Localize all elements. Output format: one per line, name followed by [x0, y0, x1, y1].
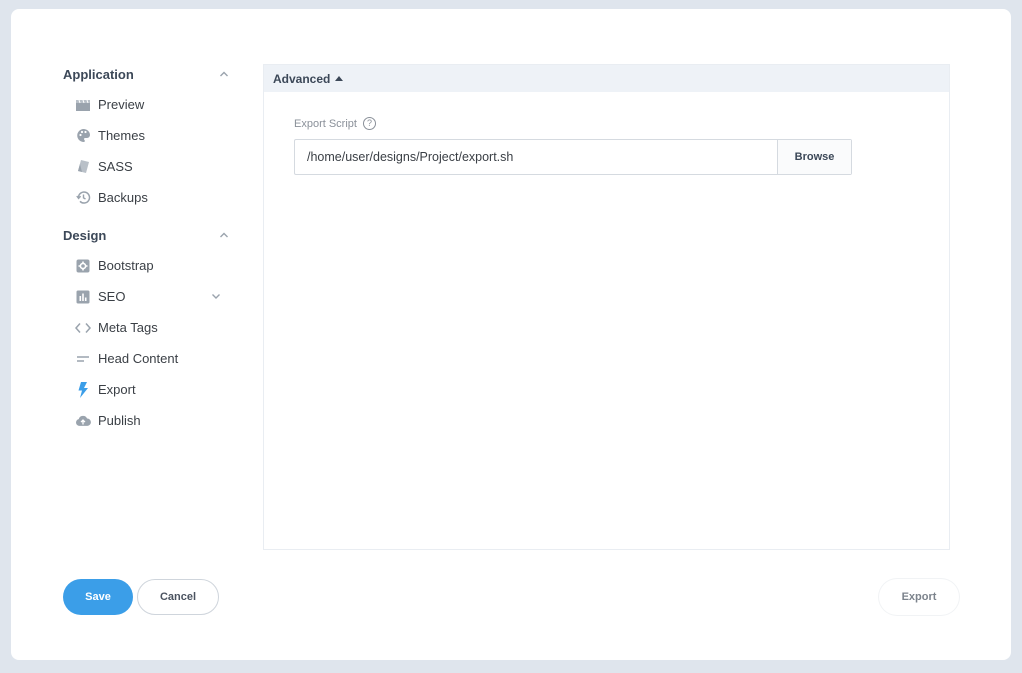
sidebar-item-label: Backups: [98, 190, 148, 205]
section-application-title: Application: [63, 66, 134, 82]
sidebar-item-label: Bootstrap: [98, 258, 154, 273]
film-icon: [75, 97, 91, 113]
sidebar-item-export[interactable]: Export: [63, 374, 231, 405]
history-icon: [75, 190, 91, 206]
chevron-down-icon[interactable]: [211, 291, 221, 301]
sidebar-item-publish[interactable]: Publish: [63, 405, 231, 436]
sidebar-item-label: Meta Tags: [98, 320, 158, 335]
caret-up-icon: [335, 76, 344, 81]
panel-title: Advanced: [273, 71, 331, 86]
chevron-up-icon: [220, 71, 228, 77]
cancel-button[interactable]: Cancel: [137, 579, 219, 615]
field-label-text: Export Script: [294, 117, 357, 130]
section-application-header[interactable]: Application: [63, 64, 231, 84]
application-nav: Preview Themes SASS Backups: [63, 89, 231, 213]
chevron-up-icon: [220, 232, 228, 238]
palette-icon: [75, 128, 91, 144]
sidebar-item-label: Themes: [98, 128, 145, 143]
save-button[interactable]: Save: [63, 579, 133, 615]
sidebar-item-sass[interactable]: SASS: [63, 151, 231, 182]
browse-button[interactable]: Browse: [777, 140, 851, 174]
bolt-icon: [75, 381, 91, 398]
section-design-title: Design: [63, 227, 107, 243]
sidebar-item-label: SEO: [98, 289, 126, 304]
chart-icon: [75, 289, 91, 305]
sidebar-item-label: Preview: [98, 97, 145, 112]
design-nav: Bootstrap SEO Meta Tags Head Content Exp…: [63, 250, 231, 436]
sidebar-item-backups[interactable]: Backups: [63, 182, 231, 213]
export-script-label: Export Script ?: [294, 117, 376, 130]
sidebar-item-seo[interactable]: SEO: [63, 281, 231, 312]
cloud-upload-icon: [75, 413, 91, 429]
sidebar-item-label: Publish: [98, 413, 141, 428]
sidebar-item-bootstrap[interactable]: Bootstrap: [63, 250, 231, 281]
sidebar-item-meta-tags[interactable]: Meta Tags: [63, 312, 231, 343]
export-button[interactable]: Export: [879, 579, 959, 615]
advanced-panel: Advanced Export Script ? Browse: [263, 64, 950, 550]
export-script-input[interactable]: [295, 140, 777, 174]
sidebar-item-label: Head Content: [98, 351, 179, 366]
sidebar: Application Preview Themes SASS Backups …: [63, 64, 231, 436]
sidebar-item-label: SASS: [98, 159, 133, 174]
advanced-toggle[interactable]: Advanced: [264, 65, 949, 92]
lines-icon: [75, 351, 91, 367]
sidebar-item-preview[interactable]: Preview: [63, 89, 231, 120]
export-script-input-group: Browse: [294, 139, 852, 175]
help-icon[interactable]: ?: [362, 117, 376, 130]
sidebar-item-head-content[interactable]: Head Content: [63, 343, 231, 374]
sass-icon: [75, 159, 91, 175]
section-design-header[interactable]: Design: [63, 225, 231, 245]
code-icon: [75, 320, 91, 336]
export-settings-dialog: Application Preview Themes SASS Backups …: [11, 9, 1011, 660]
sidebar-item-label: Export: [98, 382, 136, 397]
sidebar-item-themes[interactable]: Themes: [63, 120, 231, 151]
gear-icon: [75, 258, 91, 274]
